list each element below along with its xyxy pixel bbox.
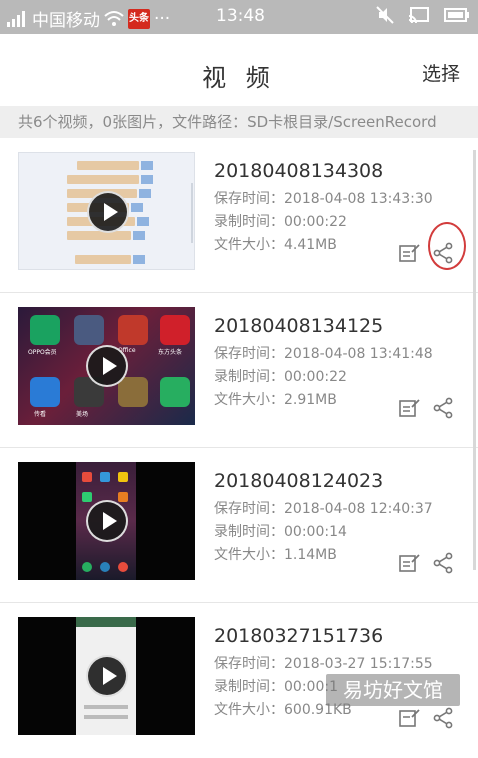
scrollbar[interactable]: [473, 150, 476, 570]
file-size: 文件大小：2.91MB: [214, 392, 337, 408]
file-size: 文件大小：1.14MB: [214, 547, 337, 563]
share-icon[interactable]: [432, 397, 454, 419]
share-icon[interactable]: [432, 707, 454, 729]
carrier-name: 中国移动: [32, 11, 100, 31]
play-icon[interactable]: [86, 500, 128, 542]
video-name: 20180327151736: [214, 625, 384, 647]
video-name: 20180408124023: [214, 470, 384, 492]
video-thumbnail[interactable]: [18, 617, 195, 735]
edit-icon[interactable]: [398, 397, 420, 419]
app-header: 视 频 选择: [0, 34, 478, 106]
video-thumbnail[interactable]: OPPO会员 Office 东方头条 传看 美场: [18, 307, 195, 425]
saved-time: 保存时间：2018-04-08 13:43:30: [214, 191, 433, 207]
record-duration: 录制时间：00:00:14: [214, 524, 347, 540]
file-path-bar: 共6个视频，0张图片，文件路径：SD卡根目录/ScreenRecord: [0, 106, 478, 138]
record-duration: 录制时间：00:00:22: [214, 369, 347, 385]
play-icon[interactable]: [87, 191, 129, 233]
record-duration: 录制时间：00:00:22: [214, 214, 347, 230]
select-button[interactable]: 选择: [422, 59, 460, 86]
app-notification-badge: 头条: [128, 8, 150, 29]
clock: 13:48: [216, 6, 265, 26]
play-icon[interactable]: [86, 345, 128, 387]
play-icon[interactable]: [86, 655, 128, 697]
watermark: 易坊好文馆: [326, 674, 460, 706]
video-list-item[interactable]: 20180408134308 保存时间：2018-04-08 13:43:30 …: [0, 138, 478, 293]
saved-time: 保存时间：2018-03-27 15:17:55: [214, 656, 433, 672]
page-title: 视 频: [202, 64, 276, 92]
edit-icon[interactable]: [398, 242, 420, 264]
video-list-item[interactable]: 20180408124023 保存时间：2018-04-08 12:40:37 …: [0, 448, 478, 603]
share-icon[interactable]: [432, 552, 454, 574]
signal-icon: [7, 10, 25, 27]
saved-time: 保存时间：2018-04-08 12:40:37: [214, 501, 433, 517]
share-highlight-circle: [428, 222, 466, 270]
cast-icon: [408, 7, 429, 24]
record-duration: 录制时间：00:00:1: [214, 679, 338, 695]
video-thumbnail[interactable]: [18, 152, 195, 270]
wifi-icon: [104, 10, 124, 26]
more-notifications: ···: [154, 8, 171, 29]
saved-time: 保存时间：2018-04-08 13:41:48: [214, 346, 433, 362]
video-thumbnail[interactable]: [18, 462, 195, 580]
video-name: 20180408134125: [214, 315, 384, 337]
video-list-item[interactable]: OPPO会员 Office 东方头条 传看 美场 20180408134125 …: [0, 293, 478, 448]
status-bar: 中国移动 头条 ··· 13:48: [0, 0, 478, 34]
file-size: 文件大小：4.41MB: [214, 237, 337, 253]
battery-icon: [444, 8, 469, 22]
edit-icon[interactable]: [398, 552, 420, 574]
edit-icon[interactable]: [398, 707, 420, 729]
video-name: 20180408134308: [214, 160, 384, 182]
mute-icon: [376, 6, 394, 24]
